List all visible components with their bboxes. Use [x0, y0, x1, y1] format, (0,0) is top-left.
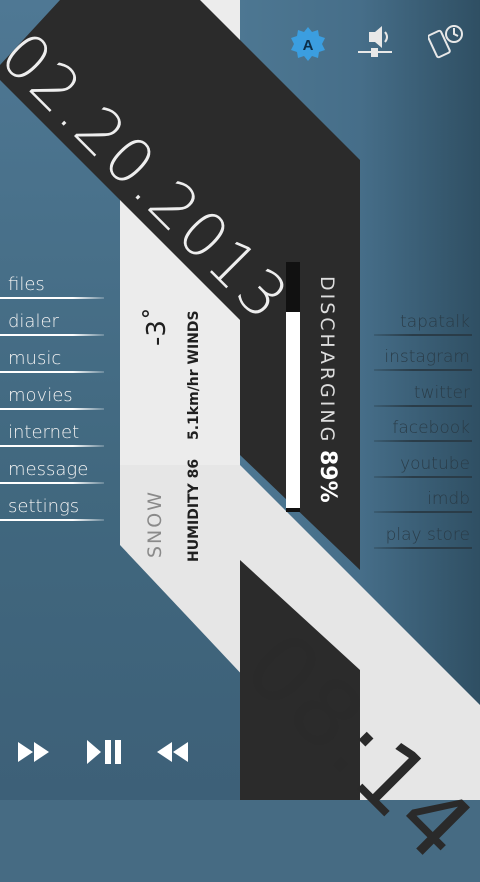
battery-percent-label: 89%: [315, 450, 340, 503]
weather-condition-label: SNOW: [144, 489, 166, 558]
menu-item-music[interactable]: music: [0, 336, 110, 373]
temperature-label: -3˚: [142, 307, 172, 346]
menu-item-movies[interactable]: movies: [0, 373, 110, 410]
battery-status-label: DISCHARGING: [316, 276, 338, 445]
menu-item-settings[interactable]: settings: [0, 484, 110, 521]
rewind-icon[interactable]: [154, 738, 192, 770]
left-app-menu: files dialer music movies internet messa…: [0, 262, 110, 521]
play-pause-icon[interactable]: [86, 738, 124, 770]
phone-rotate-icon[interactable]: [427, 22, 468, 68]
menu-item-imdb[interactable]: imdb: [370, 478, 480, 513]
svg-text:A: A: [303, 37, 314, 54]
auto-brightness-icon[interactable]: A: [290, 26, 326, 66]
menu-item-dialer[interactable]: dialer: [0, 299, 110, 336]
fast-forward-icon[interactable]: [16, 738, 54, 770]
right-app-menu: tapatalk instagram twitter facebook yout…: [370, 300, 480, 549]
menu-item-message[interactable]: message: [0, 447, 110, 484]
menu-item-files[interactable]: files: [0, 262, 110, 299]
wind-label: 5.1km/hr WINDS: [186, 310, 202, 440]
menu-item-tapatalk[interactable]: tapatalk: [370, 300, 480, 336]
menu-item-facebook[interactable]: facebook: [370, 407, 480, 442]
menu-item-internet[interactable]: internet: [0, 410, 110, 447]
battery-bar-fill: [286, 312, 300, 508]
menu-item-youtube[interactable]: youtube: [370, 442, 480, 478]
volume-settings-icon[interactable]: [356, 24, 394, 68]
menu-item-play-store[interactable]: play store: [370, 513, 480, 549]
menu-item-instagram[interactable]: instagram: [370, 336, 480, 371]
humidity-label: HUMIDITY 86: [186, 458, 202, 562]
menu-item-twitter[interactable]: twitter: [370, 371, 480, 407]
